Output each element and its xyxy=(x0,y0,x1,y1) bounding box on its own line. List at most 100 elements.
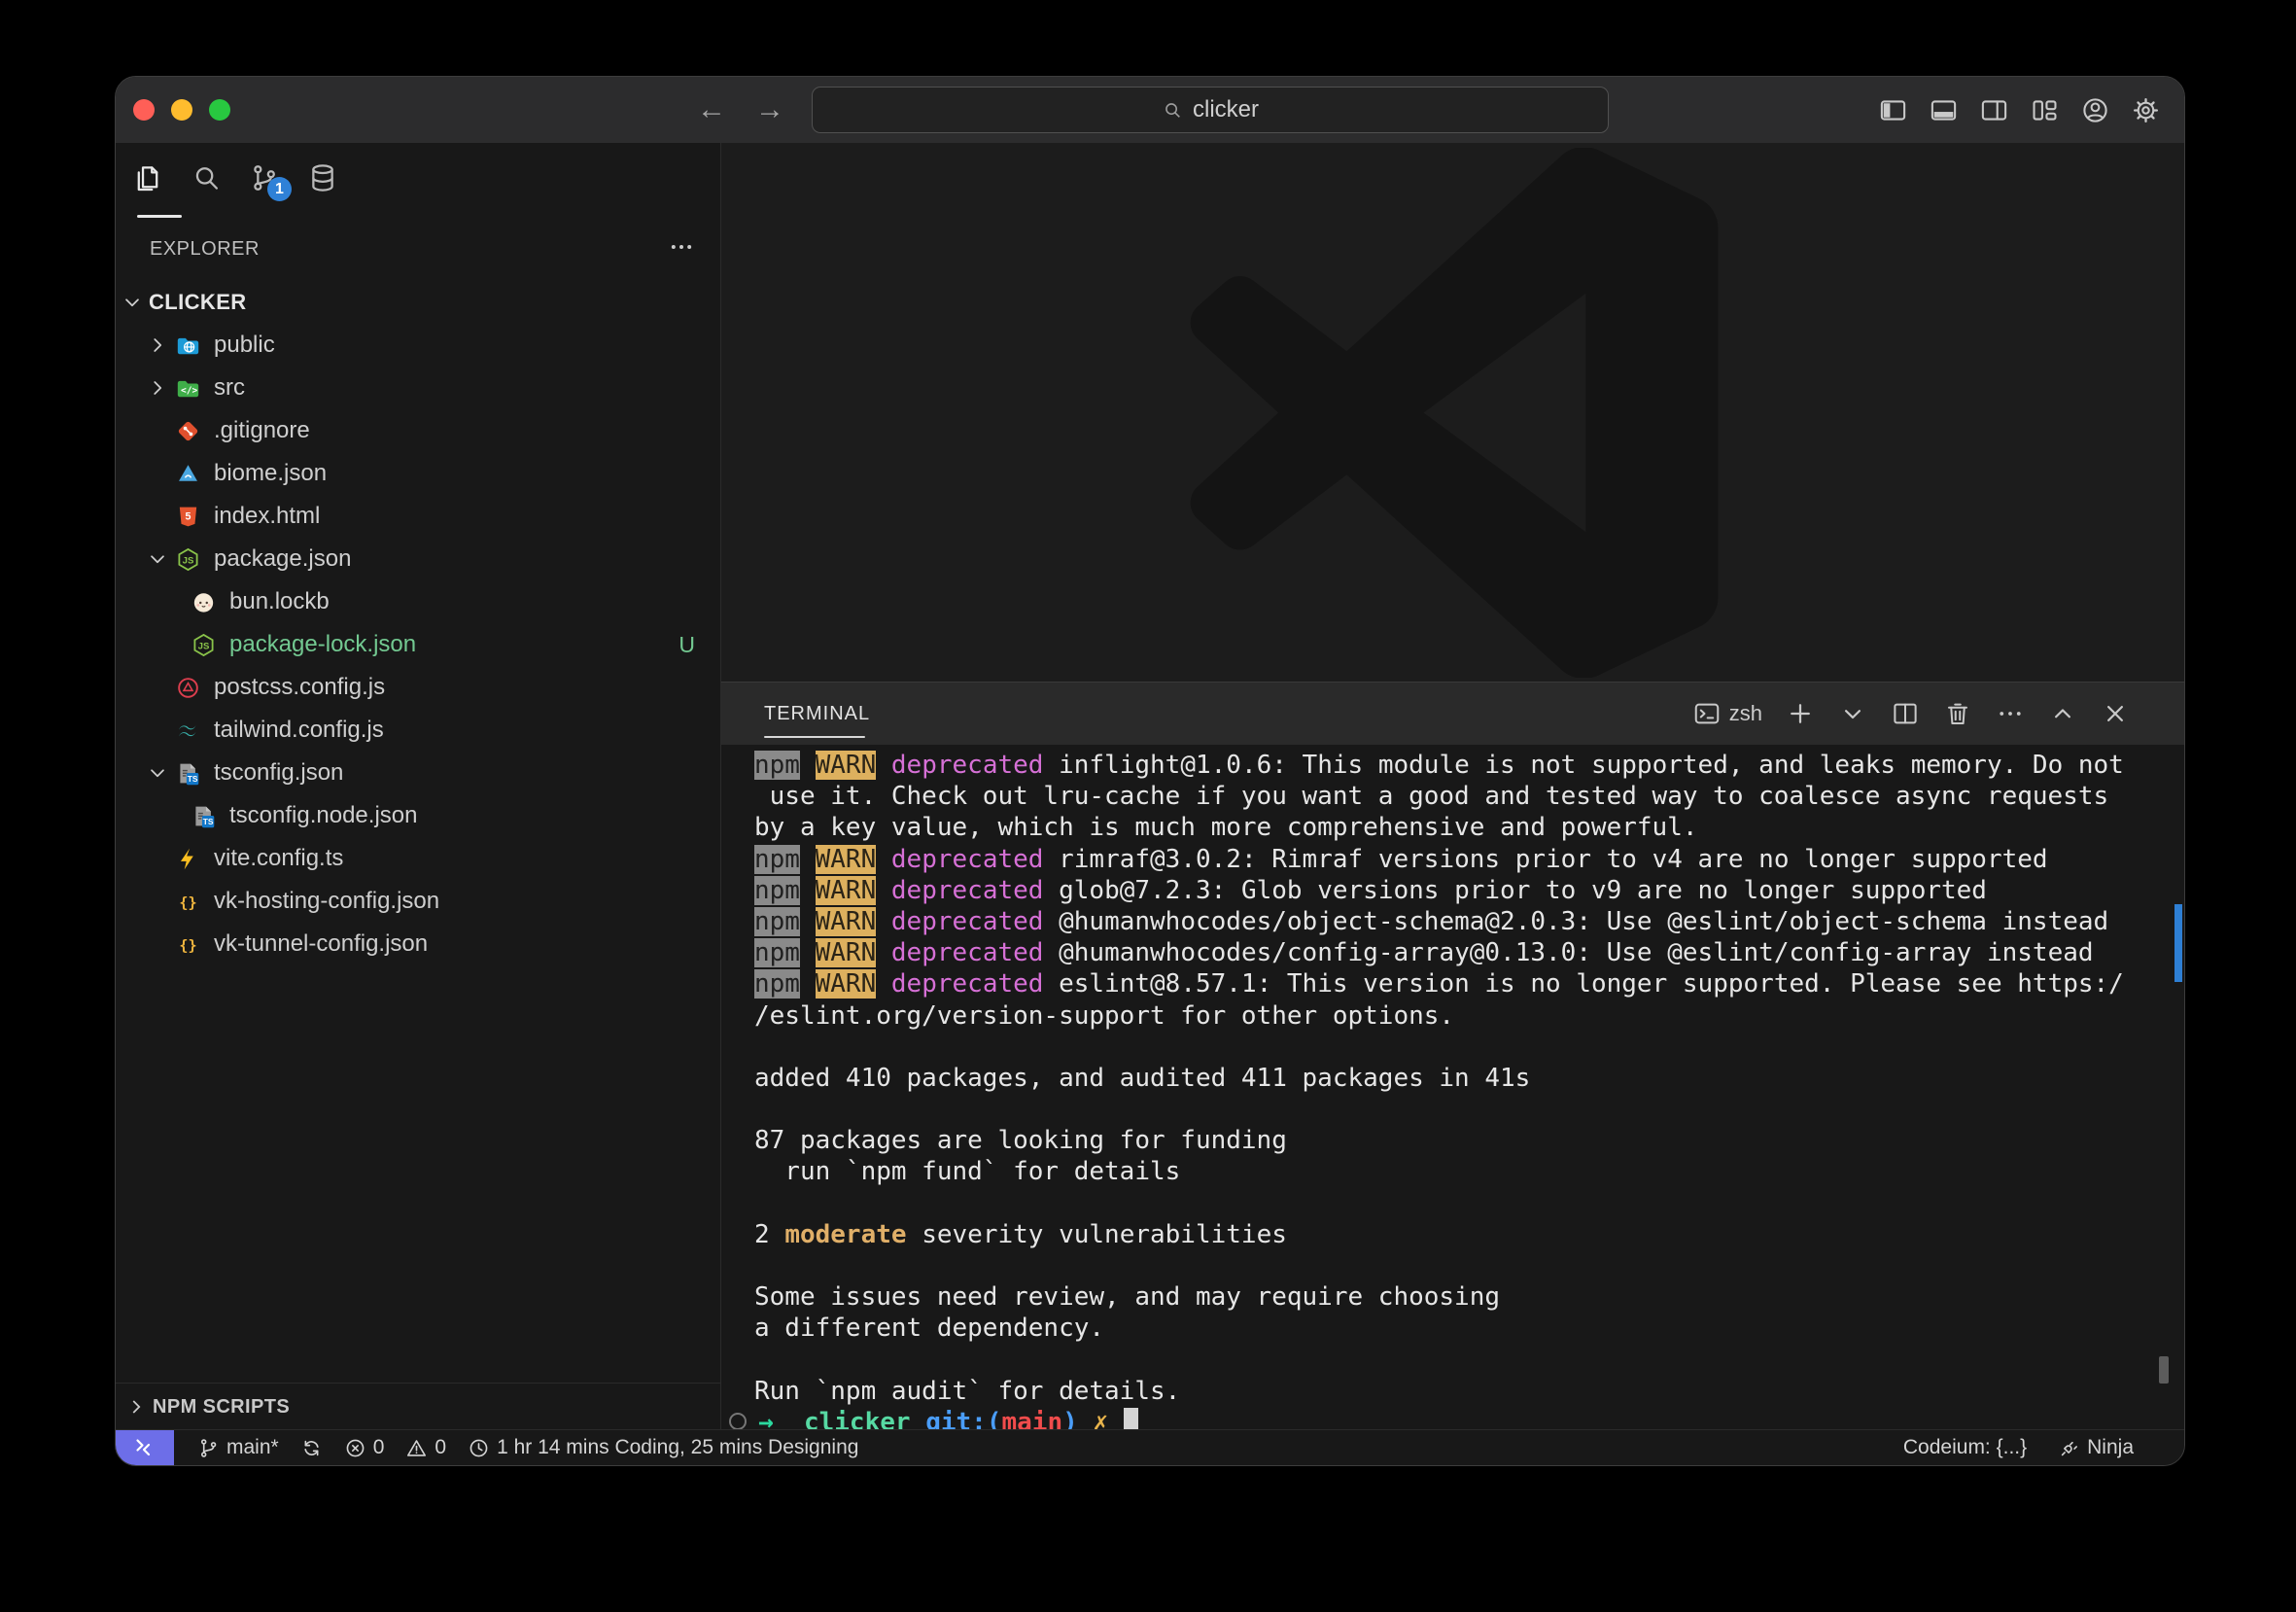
file-label: public xyxy=(214,332,275,359)
svg-text:5: 5 xyxy=(185,510,191,522)
close-window-button[interactable] xyxy=(133,99,155,121)
explorer-title: EXPLORER xyxy=(150,238,260,261)
terminal-ellipsis-button[interactable] xyxy=(1996,699,2025,728)
terminal-line: npm WARN deprecated eslint@8.57.1: This … xyxy=(754,968,2167,999)
status-error[interactable]: 0 xyxy=(344,1436,385,1459)
chevron-down-icon xyxy=(145,546,170,572)
terminal-output[interactable]: npm WARN deprecated inflight@1.0.6: This… xyxy=(721,745,2184,1430)
layout-sidebar-left-button[interactable] xyxy=(1878,95,1908,125)
terminal-scroll-decoration[interactable] xyxy=(2174,904,2182,982)
terminal-line: Run `npm audit` for details. xyxy=(754,1376,2167,1407)
terminal-line: added 410 packages, and audited 411 pack… xyxy=(754,1063,2167,1094)
active-indicator xyxy=(137,215,182,218)
tree-item-vk-hosting-config-json[interactable]: {} vk-hosting-config.json xyxy=(116,880,720,923)
status-ninja[interactable]: Ninja xyxy=(2058,1436,2134,1459)
tree-item-src[interactable]: </> src xyxy=(116,367,720,409)
svg-text:</>: </> xyxy=(181,385,197,396)
activity-database[interactable] xyxy=(302,153,343,203)
terminal-line: npm WARN deprecated inflight@1.0.6: This… xyxy=(754,750,2167,781)
terminal-close-button[interactable] xyxy=(2101,699,2130,728)
npm-icon: JS xyxy=(174,545,201,573)
terminal-chevron-down-button[interactable] xyxy=(1838,699,1867,728)
tab-terminal[interactable]: TERMINAL xyxy=(764,683,870,745)
file-label: postcss.config.js xyxy=(214,674,385,701)
terminal-actions: zsh xyxy=(1692,683,2130,745)
file-tree: CLICKER public </> src .gitignore biome.… xyxy=(116,281,720,965)
editor-area[interactable] xyxy=(721,143,2184,682)
ellipsis-icon[interactable] xyxy=(668,233,695,265)
tree-item-tailwind-config-js[interactable]: tailwind.config.js xyxy=(116,709,720,752)
minimize-window-button[interactable] xyxy=(171,99,192,121)
vscode-window: ← → clicker 1 xyxy=(115,76,2185,1466)
titlebar-actions xyxy=(1878,77,2161,143)
terminal-line: npm WARN deprecated rimraf@3.0.2: Rimraf… xyxy=(754,844,2167,875)
forward-arrow-icon[interactable]: → xyxy=(755,93,784,126)
vite-icon xyxy=(174,845,201,872)
status-codeium[interactable]: Codeium: {...} xyxy=(1903,1436,2027,1459)
terminal-scrollbar-thumb[interactable] xyxy=(2159,1356,2169,1384)
status-clock[interactable]: 1 hr 14 mins Coding, 25 mins Designing xyxy=(468,1436,858,1459)
terminal-header: TERMINAL zsh xyxy=(721,683,2184,745)
status-left: main* 0 0 1 hr 14 mins Coding, 25 mins D… xyxy=(197,1436,1903,1459)
tree-item-package-lock-json[interactable]: JS package-lock.json U xyxy=(116,623,720,666)
file-label: bun.lockb xyxy=(229,588,330,615)
tree-item-tsconfig-node-json[interactable]: TS tsconfig.node.json xyxy=(116,794,720,837)
terminal-panel: TERMINAL zsh npm WARN deprecated infligh… xyxy=(721,682,2184,1430)
terminal-line: npm WARN deprecated glob@7.2.3: Glob ver… xyxy=(754,875,2167,906)
npm-scripts-section[interactable]: NPM SCRIPTS xyxy=(116,1383,720,1430)
status-warning[interactable]: 0 xyxy=(405,1436,446,1459)
status-sync[interactable] xyxy=(300,1437,323,1459)
status-git-branch[interactable]: main* xyxy=(197,1436,279,1459)
remote-indicator[interactable] xyxy=(116,1430,174,1465)
svg-text:TS: TS xyxy=(202,817,213,826)
terminal-split-editor-button[interactable] xyxy=(1891,699,1920,728)
tree-item-biome-json[interactable]: biome.json xyxy=(116,452,720,495)
layout-panel-button[interactable] xyxy=(1929,95,1959,125)
chevron-down-icon xyxy=(145,760,170,786)
json-icon: {} xyxy=(174,888,201,915)
activity-files[interactable] xyxy=(127,153,168,203)
back-arrow-icon[interactable]: ← xyxy=(697,93,726,126)
npm-icon: JS xyxy=(190,631,217,658)
zoom-window-button[interactable] xyxy=(209,99,230,121)
tree-item-public[interactable]: public xyxy=(116,324,720,367)
settings-button[interactable] xyxy=(2131,95,2161,125)
command-center-search[interactable]: clicker xyxy=(812,87,1609,133)
tree-item-clicker[interactable]: CLICKER xyxy=(116,281,720,324)
layout-sidebar-right-button[interactable] xyxy=(1979,95,2009,125)
file-label: vite.config.ts xyxy=(214,845,343,872)
tree-item-index-html[interactable]: 5 index.html xyxy=(116,495,720,538)
terminal-trash-button[interactable] xyxy=(1943,699,1972,728)
git-icon xyxy=(174,417,201,444)
file-label: .gitignore xyxy=(214,417,310,444)
terminal-chevron-up-button[interactable] xyxy=(2048,699,2077,728)
terminal-profile-button[interactable]: zsh xyxy=(1692,699,1762,728)
tree-item-postcss-config-js[interactable]: postcss.config.js xyxy=(116,666,720,709)
tree-item-vk-tunnel-config-json[interactable]: {} vk-tunnel-config.json xyxy=(116,923,720,965)
tree-item-vite-config-ts[interactable]: vite.config.ts xyxy=(116,837,720,880)
explorer-header: EXPLORER xyxy=(116,228,720,269)
scm-badge: 1 xyxy=(267,177,292,201)
tree-item-tsconfig-json[interactable]: TS tsconfig.json xyxy=(116,752,720,794)
npm-scripts-label: NPM SCRIPTS xyxy=(153,1396,290,1419)
tree-item-bun-lockb[interactable]: bun.lockb xyxy=(116,580,720,623)
bun-icon xyxy=(190,588,217,615)
customize-layout-button[interactable] xyxy=(2030,95,2060,125)
folder-public-icon xyxy=(174,332,201,359)
titlebar: ← → clicker xyxy=(116,77,2184,144)
git-status-badge: U xyxy=(678,632,695,658)
terminal-plus-button[interactable] xyxy=(1786,699,1815,728)
command-decoration-icon[interactable] xyxy=(729,1413,747,1430)
tree-item-package-json[interactable]: JS package.json xyxy=(116,538,720,580)
typescript-icon: TS xyxy=(174,759,201,787)
file-label: package-lock.json xyxy=(229,631,416,658)
account-button[interactable] xyxy=(2080,95,2110,125)
activity-search[interactable] xyxy=(186,153,226,203)
terminal-line: 2 moderate severity vulnerabilities xyxy=(754,1219,2167,1250)
terminal-line xyxy=(754,1032,2167,1063)
tree-item--gitignore[interactable]: .gitignore xyxy=(116,409,720,452)
biome-icon xyxy=(174,460,201,487)
terminal-line: run `npm fund` for details xyxy=(754,1156,2167,1187)
activity-source-control[interactable]: 1 xyxy=(244,153,285,203)
terminal-line: Some issues need review, and may require… xyxy=(754,1281,2167,1313)
